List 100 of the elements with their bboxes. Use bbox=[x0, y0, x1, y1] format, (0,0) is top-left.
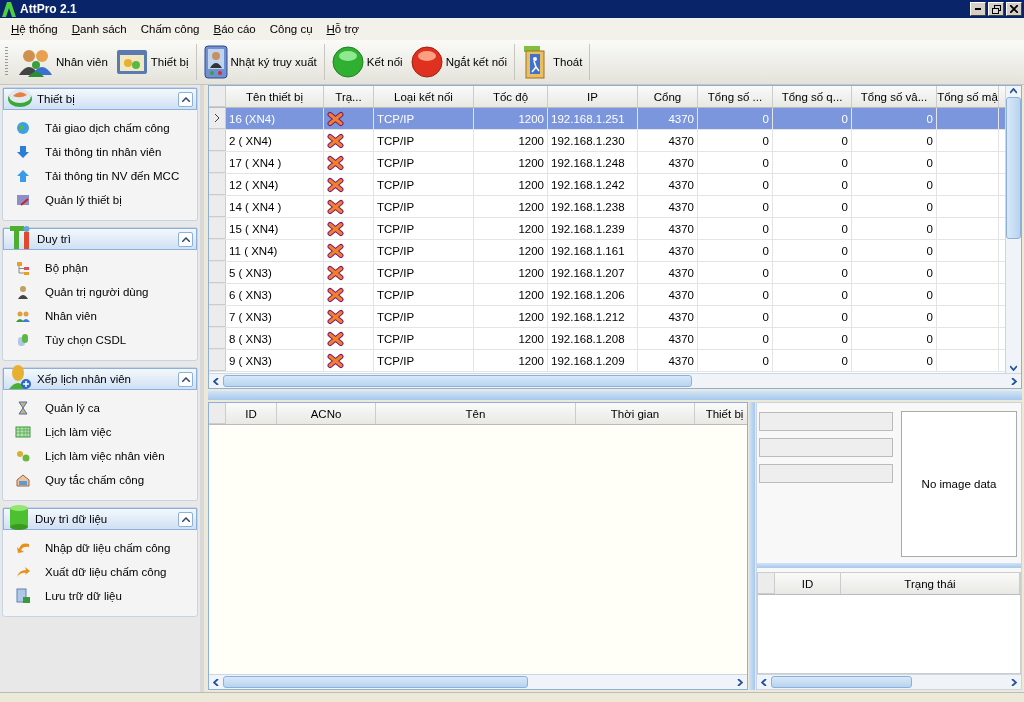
sidebar-item[interactable]: Nhân viên bbox=[15, 304, 197, 328]
table-row[interactable]: 15 ( XN4) TCP/IP 1200 192.168.1.239 4370 0 0 0 bbox=[209, 218, 1005, 240]
toolbar-button[interactable]: Nhật ký truy xuất bbox=[200, 44, 320, 80]
text-field[interactable] bbox=[759, 412, 893, 431]
toolbar-grip[interactable] bbox=[5, 47, 8, 77]
table-cell: 192.168.1.238 bbox=[548, 196, 638, 217]
menu-item[interactable]: Chấm công bbox=[133, 23, 207, 35]
table-cell: 4370 bbox=[638, 152, 698, 173]
scroll-left-icon[interactable] bbox=[213, 678, 220, 686]
table-row[interactable]: 8 ( XN3) TCP/IP 1200 192.168.1.208 4370 0 0 0 bbox=[209, 328, 1005, 350]
table-cell: 0 bbox=[773, 306, 852, 327]
splitter[interactable] bbox=[208, 391, 1022, 400]
sidebar-item[interactable]: Quản trị người dùng bbox=[15, 280, 197, 304]
column-header[interactable]: ACNo bbox=[277, 403, 376, 424]
table-row[interactable]: 11 ( XN4) TCP/IP 1200 192.168.1.161 4370 0 0 0 bbox=[209, 240, 1005, 262]
row-header[interactable] bbox=[209, 108, 226, 129]
panel-header[interactable]: Duy trì dữ liệu bbox=[3, 508, 197, 530]
table-cell: 192.168.1.212 bbox=[548, 306, 638, 327]
image-field: No image data bbox=[901, 411, 1017, 557]
table-row[interactable]: 14 ( XN4 ) TCP/IP 1200 192.168.1.238 4370 0 0 0 bbox=[209, 196, 1005, 218]
text-field[interactable] bbox=[759, 438, 893, 457]
horizontal-scrollbar[interactable] bbox=[209, 373, 1021, 388]
column-header[interactable]: Tổng số mậ bbox=[937, 86, 999, 107]
table-row[interactable]: 6 ( XN3) TCP/IP 1200 192.168.1.206 4370 0 0 0 bbox=[209, 284, 1005, 306]
scroll-down-icon[interactable] bbox=[1010, 364, 1017, 371]
restore-button[interactable] bbox=[988, 2, 1004, 16]
table-row[interactable]: 2 ( XN4) TCP/IP 1200 192.168.1.230 4370 0 0 0 bbox=[209, 130, 1005, 152]
text-field[interactable] bbox=[759, 464, 893, 483]
table-cell: TCP/IP bbox=[374, 108, 474, 129]
table-cell: 1200 bbox=[474, 152, 548, 173]
panel-header[interactable]: Xếp lịch nhân viên bbox=[3, 368, 197, 390]
vertical-scrollbar[interactable] bbox=[1005, 86, 1021, 373]
splitter[interactable] bbox=[757, 563, 1021, 568]
splitter[interactable] bbox=[749, 402, 755, 690]
scroll-up-icon[interactable] bbox=[1010, 88, 1017, 95]
column-header[interactable]: Tổng số vâ... bbox=[852, 86, 937, 107]
menu-item[interactable]: Hệ thống bbox=[4, 23, 65, 35]
column-header[interactable]: Tổng số q... bbox=[773, 86, 852, 107]
scroll-right-icon[interactable] bbox=[1010, 678, 1017, 686]
sidebar-item[interactable]: Tải thông tin NV đến MCC bbox=[15, 164, 197, 188]
toolbar-button[interactable]: Nhân viên bbox=[16, 44, 111, 80]
table-row[interactable]: 9 ( XN3) TCP/IP 1200 192.168.1.209 4370 0 0 0 bbox=[209, 350, 1005, 372]
collapse-button[interactable] bbox=[178, 371, 193, 387]
table-row[interactable]: 17 ( XN4 ) TCP/IP 1200 192.168.1.248 4370 0 0 0 bbox=[209, 152, 1005, 174]
menu-item[interactable]: Báo cáo bbox=[206, 23, 263, 35]
sidebar-item[interactable]: Xuất dữ liệu chấm công bbox=[15, 560, 197, 584]
scroll-right-icon[interactable] bbox=[1010, 377, 1017, 385]
column-header[interactable]: Tổng số ... bbox=[698, 86, 773, 107]
collapse-button[interactable] bbox=[178, 231, 193, 247]
column-header[interactable]: Cổng bbox=[638, 86, 698, 107]
column-header[interactable]: ID bbox=[775, 573, 841, 594]
column-header[interactable]: Tên bbox=[376, 403, 576, 424]
minimize-button[interactable] bbox=[970, 2, 986, 16]
sidebar-item[interactable]: Tải thông tin nhân viên bbox=[15, 140, 197, 164]
horizontal-scrollbar[interactable] bbox=[757, 674, 1021, 689]
database-icon bbox=[15, 332, 31, 348]
table-cell: 14 ( XN4 ) bbox=[226, 196, 324, 217]
header-corner bbox=[209, 403, 226, 424]
table-row[interactable]: 7 ( XN3) TCP/IP 1200 192.168.1.212 4370 0 0 0 bbox=[209, 306, 1005, 328]
collapse-button[interactable] bbox=[178, 511, 193, 527]
column-header[interactable]: Trạng thái bbox=[841, 573, 1020, 594]
person-icon bbox=[15, 284, 31, 300]
sidebar-item[interactable]: Lịch làm việc bbox=[15, 420, 197, 444]
sidebar-item[interactable]: Tùy chọn CSDL bbox=[15, 328, 197, 352]
menu-item[interactable]: Danh sách bbox=[64, 23, 134, 35]
column-header[interactable]: Tốc độ bbox=[474, 86, 548, 107]
column-header[interactable]: ID bbox=[226, 403, 277, 424]
sidebar-item[interactable]: Quản lý thiết bị bbox=[15, 188, 197, 212]
scroll-left-icon[interactable] bbox=[213, 377, 220, 385]
sidebar-item[interactable]: Nhập dữ liệu chấm công bbox=[15, 536, 197, 560]
sidebar-item[interactable]: Quản lý ca bbox=[15, 396, 197, 420]
toolbar-button[interactable]: Kết nối bbox=[328, 44, 406, 80]
panel-header[interactable]: Thiết bị bbox=[3, 88, 197, 110]
panel-header[interactable]: Duy trì bbox=[3, 228, 197, 250]
sidebar-item[interactable]: Tải giao dịch chấm công bbox=[15, 116, 197, 140]
table-cell: 192.168.1.242 bbox=[548, 174, 638, 195]
menu-item[interactable]: Công cụ bbox=[262, 23, 320, 35]
table-cell: 12 ( XN4) bbox=[226, 174, 324, 195]
table-row[interactable]: 5 ( XN3) TCP/IP 1200 192.168.1.207 4370 0 0 0 bbox=[209, 262, 1005, 284]
sidebar-item[interactable]: Bộ phận bbox=[15, 256, 197, 280]
toolbar-button[interactable]: Thoát bbox=[519, 44, 586, 80]
menu-item[interactable]: Hỗ trợ bbox=[319, 23, 367, 35]
toolbar-button[interactable]: Ngắt kết nối bbox=[407, 44, 510, 80]
column-header[interactable]: Tên thiết bị bbox=[226, 86, 324, 107]
close-button[interactable] bbox=[1006, 2, 1022, 16]
scroll-right-icon[interactable] bbox=[736, 678, 743, 686]
current-row-icon bbox=[214, 114, 220, 122]
sidebar-item[interactable]: Lịch làm việc nhân viên bbox=[15, 444, 197, 468]
collapse-button[interactable] bbox=[178, 91, 193, 107]
column-header[interactable]: Trạ... bbox=[324, 86, 374, 107]
toolbar-button[interactable]: Thiết bị bbox=[112, 44, 192, 80]
scroll-left-icon[interactable] bbox=[761, 678, 768, 686]
sidebar-item[interactable]: Quy tắc chấm công bbox=[15, 468, 197, 492]
table-row[interactable]: 12 ( XN4) TCP/IP 1200 192.168.1.242 4370 0 0 0 bbox=[209, 174, 1005, 196]
column-header[interactable]: Loại kết nối bbox=[374, 86, 474, 107]
horizontal-scrollbar[interactable] bbox=[209, 674, 747, 689]
table-cell: TCP/IP bbox=[374, 350, 474, 371]
column-header[interactable]: IP bbox=[548, 86, 638, 107]
sidebar-item[interactable]: Lưu trữ dữ liệu bbox=[15, 584, 197, 608]
column-header[interactable]: Thời gian bbox=[576, 403, 695, 424]
